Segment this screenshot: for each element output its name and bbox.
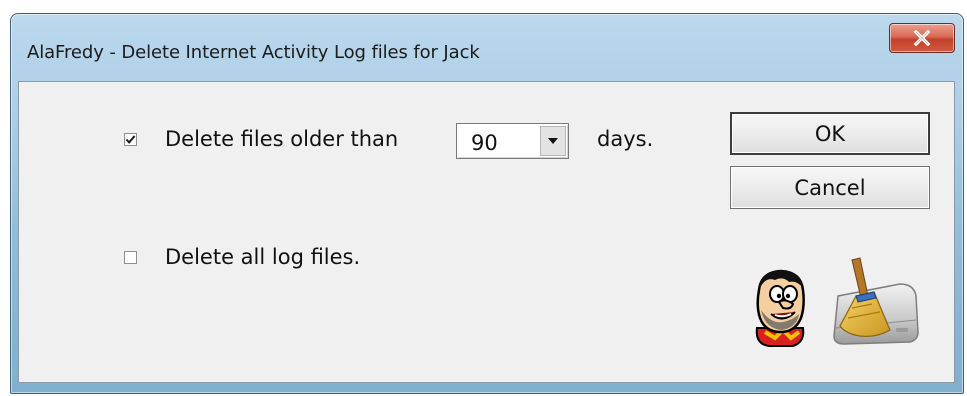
dialog-content: Delete files older than 90 days. Delete …: [18, 81, 955, 383]
dropdown-button[interactable]: [540, 126, 566, 156]
older-than-checkbox[interactable]: [124, 132, 137, 146]
older-than-label: Delete files older than: [165, 127, 399, 151]
days-value: 90: [471, 131, 498, 155]
title-bar[interactable]: AlaFredy - Delete Internet Activity Log …: [11, 14, 963, 84]
close-icon: [913, 30, 931, 46]
days-dropdown[interactable]: 90: [456, 123, 569, 159]
window-title: AlaFredy - Delete Internet Activity Log …: [27, 42, 480, 63]
fred-mascot-icon: [755, 269, 805, 347]
delete-all-checkbox[interactable]: [124, 250, 137, 264]
delete-all-label: Delete all log files.: [165, 245, 361, 269]
broom-drive-icon: [833, 257, 919, 345]
close-button[interactable]: [889, 23, 955, 53]
ok-button[interactable]: OK: [730, 112, 930, 155]
older-than-row: Delete files older than: [124, 127, 398, 151]
cancel-button[interactable]: Cancel: [730, 166, 930, 209]
chevron-down-icon: [548, 138, 558, 144]
checkmark-icon: [125, 134, 136, 144]
days-label: days.: [597, 127, 654, 151]
dialog-window: AlaFredy - Delete Internet Activity Log …: [10, 13, 964, 394]
delete-all-row: Delete all log files.: [124, 245, 360, 269]
